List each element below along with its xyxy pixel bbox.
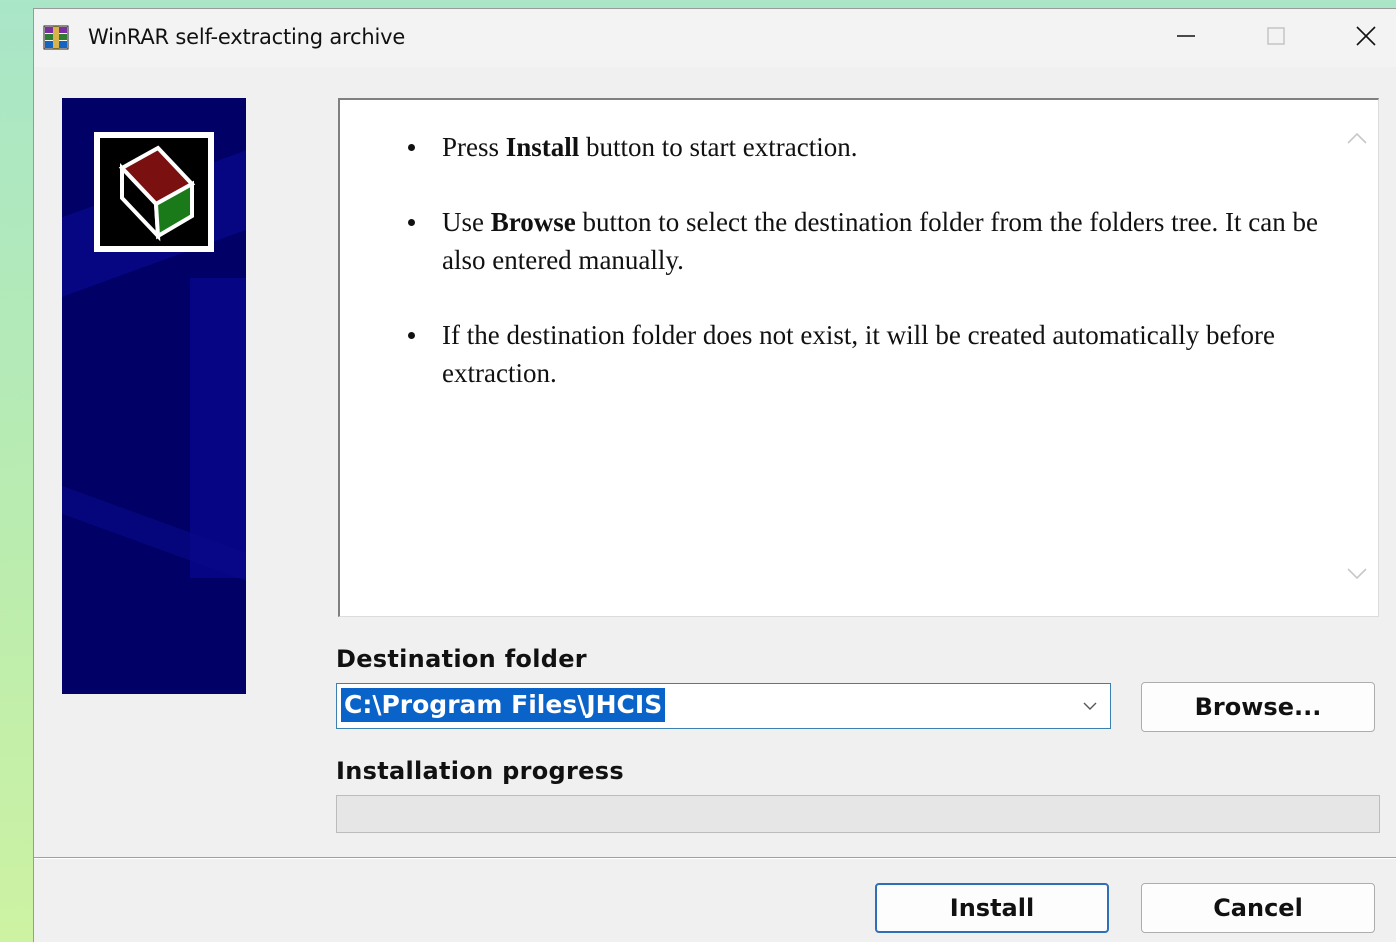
maximize-button[interactable]: [1231, 9, 1321, 67]
destination-folder-input[interactable]: C:\Program Files\JHCIS: [341, 688, 666, 722]
archive-box-icon: [94, 132, 214, 252]
destination-folder-combo[interactable]: C:\Program Files\JHCIS: [336, 683, 1111, 729]
install-button[interactable]: Install: [875, 883, 1109, 933]
scroll-down-button[interactable]: [1344, 562, 1370, 588]
minimize-button[interactable]: [1141, 9, 1231, 67]
banner-decoration: [62, 478, 246, 598]
destination-folder-label: Destination folder: [336, 645, 587, 673]
close-button[interactable]: [1321, 9, 1396, 67]
chevron-up-icon: [1345, 127, 1369, 156]
winrar-icon: [43, 24, 69, 50]
list-item: Press Install button to start extraction…: [402, 128, 1322, 166]
installation-progress-bar: [336, 795, 1380, 833]
list-item: If the destination folder does not exist…: [402, 316, 1322, 392]
title-bar[interactable]: WinRAR self-extracting archive: [34, 9, 1396, 67]
instructions-list: Press Install button to start extraction…: [402, 128, 1322, 429]
installer-window: WinRAR self-extracting archive Press Ins…: [33, 8, 1396, 942]
instructions-panel[interactable]: Press Install button to start extraction…: [338, 98, 1379, 617]
footer-separator: [34, 857, 1396, 859]
chevron-down-icon: [1345, 561, 1369, 590]
cancel-button[interactable]: Cancel: [1141, 883, 1375, 933]
chevron-down-icon[interactable]: [1080, 696, 1100, 716]
scroll-up-button[interactable]: [1344, 128, 1370, 154]
list-item: Use Browse button to select the destinat…: [402, 203, 1322, 279]
installation-progress-label: Installation progress: [336, 757, 624, 785]
browse-button[interactable]: Browse...: [1141, 682, 1375, 732]
window-title: WinRAR self-extracting archive: [88, 25, 406, 49]
maximize-icon: [1265, 25, 1287, 52]
minimize-icon: [1175, 25, 1197, 52]
close-icon: [1355, 25, 1377, 52]
side-banner: [62, 98, 246, 694]
